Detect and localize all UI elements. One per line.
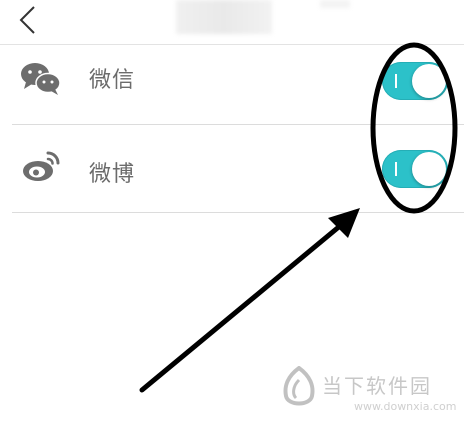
wechat-icon bbox=[20, 58, 62, 100]
chevron-left-icon bbox=[19, 6, 35, 34]
blurred-header-element bbox=[320, 0, 350, 8]
setting-label-wechat: 微信 bbox=[89, 68, 136, 93]
setting-row-weibo: 微博 bbox=[0, 124, 464, 212]
weibo-icon bbox=[20, 146, 62, 188]
toggle-on-indicator bbox=[395, 162, 397, 176]
watermark: 当下软件园 www.downxia.com bbox=[278, 366, 456, 416]
toggle-knob bbox=[412, 152, 446, 186]
blurred-title bbox=[176, 0, 272, 34]
toggle-weibo[interactable] bbox=[382, 150, 448, 188]
watermark-text: 当下软件园 bbox=[322, 374, 432, 398]
pointer-arrow-line bbox=[139, 213, 355, 393]
watermark-logo bbox=[283, 366, 315, 406]
toggle-on-indicator bbox=[395, 74, 397, 88]
setting-row-wechat: 微信 bbox=[0, 36, 464, 124]
toggle-wechat[interactable] bbox=[382, 62, 448, 100]
toggle-knob bbox=[412, 64, 446, 98]
setting-label-weibo: 微博 bbox=[89, 162, 136, 187]
back-button[interactable] bbox=[12, 2, 42, 38]
watermark-url: www.downxia.com bbox=[354, 400, 457, 413]
divider bbox=[12, 212, 464, 213]
